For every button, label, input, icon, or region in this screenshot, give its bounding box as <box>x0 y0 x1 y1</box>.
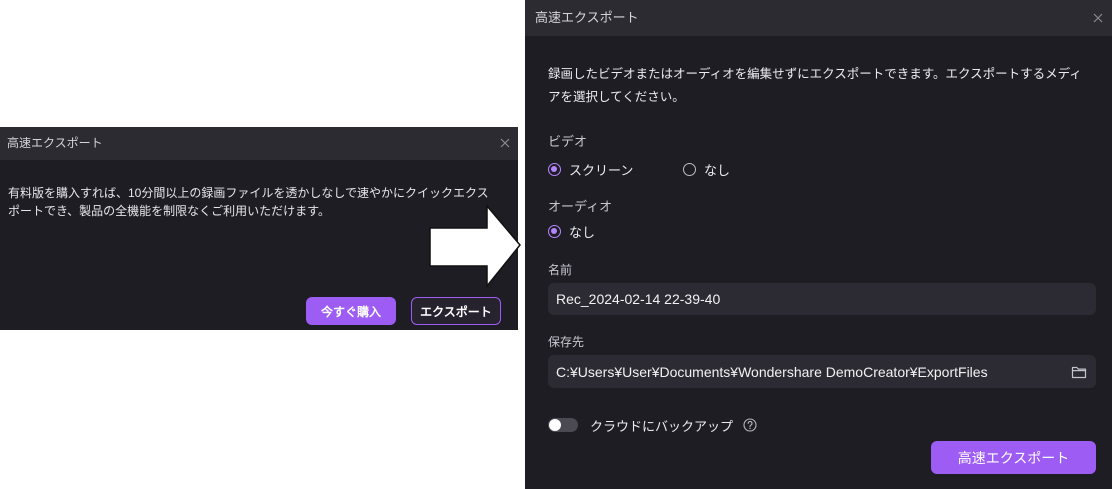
audio-option-none[interactable]: なし <box>548 222 595 240</box>
radio-button <box>548 162 561 176</box>
cloud-backup-toggle[interactable] <box>548 418 578 432</box>
cloud-backup-label: クラウドにバックアップ <box>590 418 734 434</box>
arrow-right-icon <box>429 203 521 289</box>
fast-export-dialog-close-button[interactable] <box>1090 10 1106 26</box>
fast-export-button[interactable]: 高速エクスポート <box>931 441 1096 474</box>
export-button[interactable]: エクスポート <box>411 297 501 325</box>
fast-export-dialog-titlebar: 高速エクスポート <box>525 0 1112 36</box>
fast-export-dialog: 高速エクスポート 録画したビデオまたはオーディオを編集せずにエクスポートできます… <box>525 0 1112 489</box>
video-option-none[interactable]: なし <box>683 160 730 178</box>
radio-label: なし <box>569 224 596 240</box>
toggle-knob <box>549 419 561 431</box>
video-option-screen[interactable]: スクリーン <box>548 160 633 178</box>
radio-button <box>683 162 696 176</box>
cloud-backup-row: クラウドにバックアップ <box>548 416 757 434</box>
upgrade-dialog-close-button[interactable] <box>497 135 513 151</box>
upgrade-dialog-title: 高速エクスポート <box>7 136 103 150</box>
browse-folder-button[interactable] <box>1070 363 1088 381</box>
radio-label: なし <box>704 162 731 178</box>
save-location-path: C:¥Users¥User¥Documents¥Wondershare Demo… <box>556 363 988 380</box>
name-label: 名前 <box>548 263 573 277</box>
help-button[interactable] <box>743 418 757 432</box>
radio-button <box>548 224 561 238</box>
upgrade-dialog-titlebar: 高速エクスポート <box>0 127 518 160</box>
help-icon <box>743 418 757 432</box>
save-location-field[interactable]: C:¥Users¥User¥Documents¥Wondershare Demo… <box>548 355 1096 388</box>
video-section-label: ビデオ <box>548 134 588 149</box>
audio-section-label: オーディオ <box>548 199 613 214</box>
save-location-label: 保存先 <box>548 335 585 349</box>
export-description: 録画したビデオまたはオーディオを編集せずにエクスポートできます。エクスポートする… <box>548 67 1082 104</box>
close-icon <box>500 138 510 148</box>
fast-export-dialog-title: 高速エクスポート <box>535 10 639 25</box>
buy-now-button[interactable]: 今すぐ購入 <box>306 297 396 325</box>
folder-icon <box>1071 366 1087 378</box>
name-input[interactable] <box>548 283 1096 315</box>
close-icon <box>1093 13 1103 23</box>
radio-label: スクリーン <box>569 162 634 178</box>
